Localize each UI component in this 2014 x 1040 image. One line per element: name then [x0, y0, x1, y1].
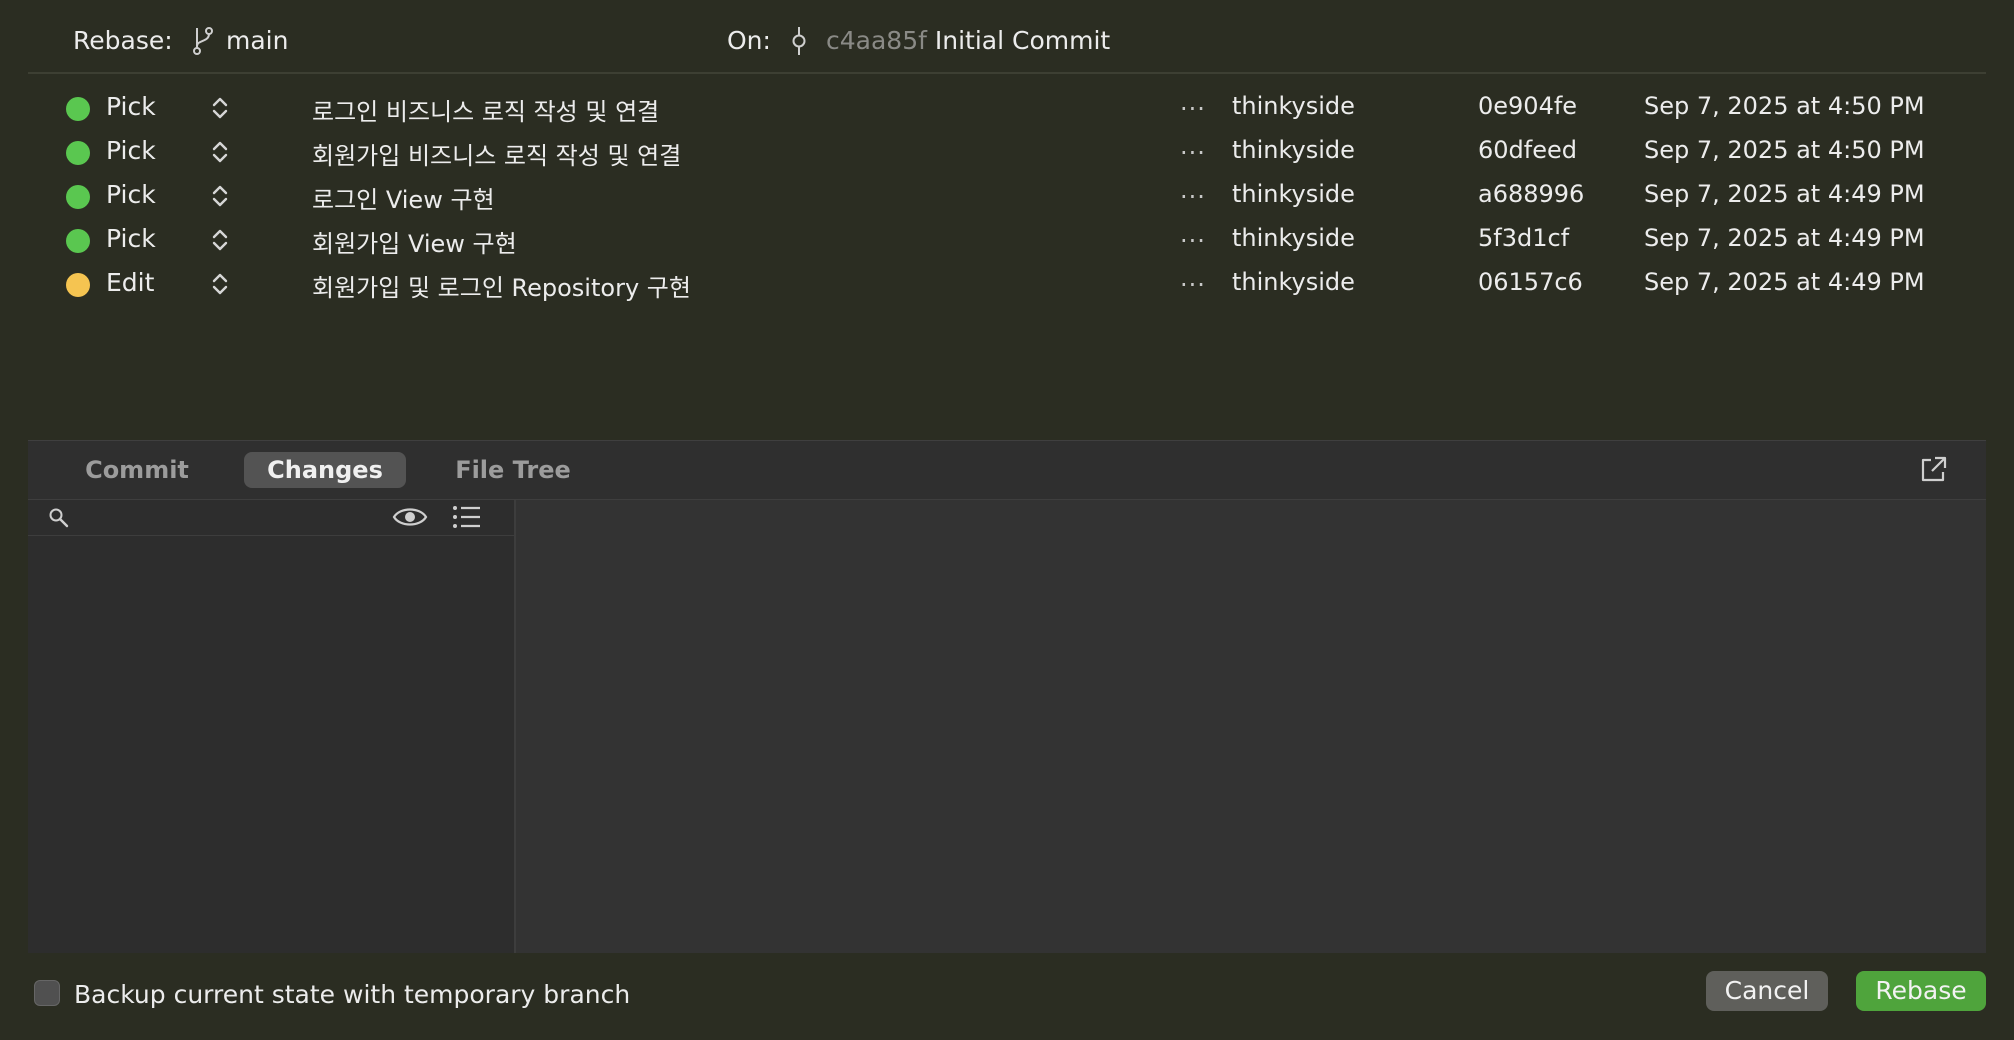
commit-date: Sep 7, 2025 at 4:49 PM — [1644, 224, 1925, 252]
commit-date: Sep 7, 2025 at 4:50 PM — [1644, 136, 1925, 164]
more-button[interactable]: ... — [1180, 88, 1206, 116]
commit-icon — [792, 27, 806, 55]
rebase-header: Rebase: main On: c4aa85f Initial Commit — [0, 0, 2014, 74]
action-stepper-icon[interactable] — [208, 138, 232, 166]
branch-icon — [193, 27, 213, 55]
list-icon[interactable] — [452, 504, 482, 530]
commit-row[interactable]: Pick 로그인 View 구현 ... thinkyside a688996 … — [0, 174, 2014, 218]
branch-name: main — [226, 26, 289, 55]
more-button[interactable]: ... — [1180, 220, 1206, 248]
commit-hash: 0e904fe — [1478, 92, 1578, 120]
search-icon — [49, 508, 69, 528]
commit-row[interactable]: Pick 로그인 비즈니스 로직 작성 및 연결 ... thinkyside … — [0, 86, 2014, 130]
backup-checkbox[interactable] — [34, 980, 60, 1006]
commit-message: 로그인 View 구현 — [312, 186, 495, 214]
action-stepper-icon[interactable] — [208, 182, 232, 210]
details-panel: Commit Changes File Tree — [28, 440, 1986, 953]
commit-date: Sep 7, 2025 at 4:49 PM — [1644, 180, 1925, 208]
commit-message: 회원가입 View 구현 — [312, 230, 517, 258]
filter-bar — [28, 500, 514, 536]
popout-icon[interactable] — [1918, 455, 1948, 485]
onto-commit-message: Initial Commit — [934, 26, 1111, 55]
commit-author: thinkyside — [1232, 268, 1355, 296]
status-dot — [66, 141, 90, 165]
action-label: Pick — [106, 224, 156, 253]
cancel-button[interactable]: Cancel — [1706, 971, 1828, 1011]
commit-message: 회원가입 비즈니스 로직 작성 및 연결 — [312, 142, 682, 170]
rebase-button[interactable]: Rebase — [1856, 971, 1986, 1011]
commit-author: thinkyside — [1232, 224, 1355, 252]
commit-date: Sep 7, 2025 at 4:49 PM — [1644, 268, 1925, 296]
commit-author: thinkyside — [1232, 180, 1355, 208]
diff-view-pane — [516, 500, 1986, 953]
on-label: On: — [727, 26, 771, 55]
onto-commit-hash: c4aa85f — [826, 26, 927, 55]
commit-hash: 5f3d1cf — [1478, 224, 1570, 252]
tab-changes[interactable]: Changes — [244, 452, 406, 488]
commit-hash: 06157c6 — [1478, 268, 1583, 296]
action-label: Pick — [106, 136, 156, 165]
tab-bar: Commit Changes File Tree — [28, 441, 1986, 500]
backup-label: Backup current state with temporary bran… — [74, 980, 631, 1009]
status-dot — [66, 97, 90, 121]
eye-icon[interactable] — [392, 504, 428, 530]
commit-author: thinkyside — [1232, 92, 1355, 120]
commit-row[interactable]: Edit 회원가입 및 로그인 Repository 구현 ... thinky… — [0, 262, 2014, 306]
commit-row[interactable]: Pick 회원가입 비즈니스 로직 작성 및 연결 ... thinkyside… — [0, 130, 2014, 174]
rebase-label: Rebase: — [73, 26, 173, 55]
action-stepper-icon[interactable] — [208, 94, 232, 122]
tab-commit[interactable]: Commit — [74, 452, 200, 488]
commit-author: thinkyside — [1232, 136, 1355, 164]
commit-date: Sep 7, 2025 at 4:50 PM — [1644, 92, 1925, 120]
onto-commit: c4aa85f Initial Commit — [826, 26, 1110, 55]
commit-hash: 60dfeed — [1478, 136, 1577, 164]
action-label: Pick — [106, 92, 156, 121]
commit-message: 회원가입 및 로그인 Repository 구현 — [312, 274, 691, 302]
commit-hash: a688996 — [1478, 180, 1585, 208]
status-dot — [66, 229, 90, 253]
more-button[interactable]: ... — [1180, 264, 1206, 292]
commit-message: 로그인 비즈니스 로직 작성 및 연결 — [312, 98, 660, 126]
more-button[interactable]: ... — [1180, 176, 1206, 204]
more-button[interactable]: ... — [1180, 132, 1206, 160]
action-label: Pick — [106, 180, 156, 209]
action-stepper-icon[interactable] — [208, 270, 232, 298]
action-stepper-icon[interactable] — [208, 226, 232, 254]
tab-file-tree[interactable]: File Tree — [440, 452, 586, 488]
commit-row[interactable]: Pick 회원가입 View 구현 ... thinkyside 5f3d1cf… — [0, 218, 2014, 262]
file-list-pane — [28, 500, 516, 953]
action-label: Edit — [106, 268, 155, 297]
status-dot — [66, 273, 90, 297]
header-divider — [28, 72, 1986, 74]
file-search-input[interactable] — [78, 504, 412, 532]
status-dot — [66, 185, 90, 209]
